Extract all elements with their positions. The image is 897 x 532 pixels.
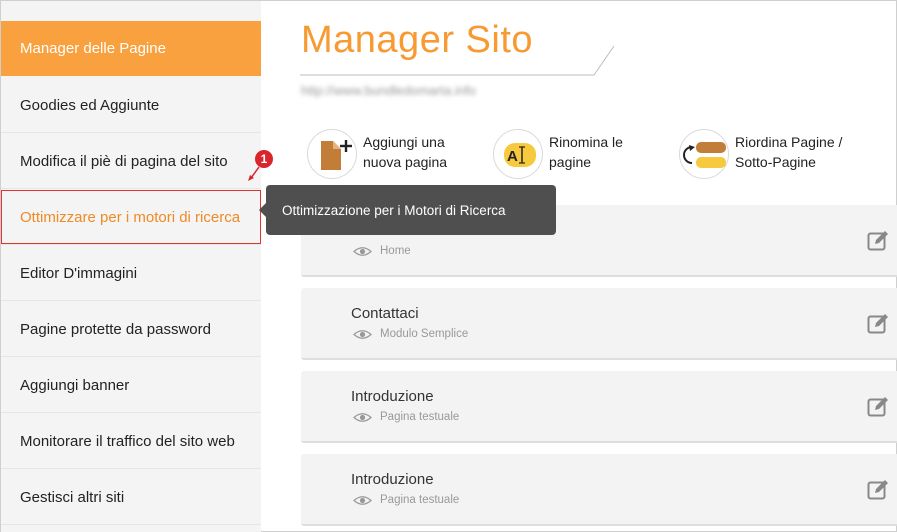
- add-page-label-2: nuova pagina: [363, 154, 448, 170]
- sidebar-item-banner[interactable]: Aggiungi banner: [1, 358, 261, 413]
- site-url[interactable]: http://www.bundledomarta.info: [301, 83, 476, 98]
- edit-icon[interactable]: [867, 313, 889, 335]
- edit-icon[interactable]: [867, 230, 889, 252]
- rename-icon: A: [493, 129, 543, 179]
- page-type: Modulo Semplice: [353, 328, 468, 340]
- page-type: Pagina testuale: [353, 411, 459, 423]
- sidebar-item-other-sites[interactable]: Gestisci altri siti: [1, 470, 261, 525]
- add-page-icon: [307, 129, 357, 179]
- edit-icon[interactable]: [867, 479, 889, 501]
- title-underline: [300, 45, 615, 76]
- page-name: Contattaci: [351, 305, 419, 322]
- page-type: Home: [353, 245, 411, 257]
- rename-label-2: pagine: [549, 154, 592, 170]
- sidebar-item-page-manager[interactable]: Manager delle Pagine: [1, 21, 261, 76]
- page-card-contact[interactable]: Contattaci Modulo Semplice: [301, 288, 897, 360]
- sidebar: Manager delle Pagine Goodies ed Aggiunte…: [1, 1, 261, 532]
- sidebar-item-goodies[interactable]: Goodies ed Aggiunte: [1, 78, 261, 133]
- reorder-pages-button[interactable]: Riordina Pagine / Sotto-Pagine: [679, 129, 842, 179]
- add-page-button[interactable]: Aggiungi una nuova pagina: [307, 129, 447, 179]
- eye-icon: [353, 495, 372, 505]
- seo-tooltip: Ottimizzazione per i Motori di Ricerca: [259, 185, 556, 235]
- svg-text:A: A: [507, 148, 518, 165]
- page-type: Pagina testuale: [353, 494, 459, 506]
- eye-icon: [353, 246, 372, 256]
- rename-label-1: Rinomina le: [549, 134, 623, 150]
- page-card-intro-2[interactable]: Introduzione Pagina testuale: [301, 454, 897, 526]
- sidebar-item-seo[interactable]: Ottimizzare per i motori di ricerca: [1, 190, 261, 245]
- page-name: Introduzione: [351, 471, 434, 488]
- page-type-label: Pagina testuale: [380, 494, 460, 506]
- annotation-arrow-icon: [248, 166, 260, 181]
- page-name: Introduzione: [351, 388, 434, 405]
- page-type-label: Modulo Semplice: [380, 328, 469, 340]
- add-page-label-1: Aggiungi una: [363, 134, 445, 150]
- eye-icon: [353, 329, 372, 339]
- sidebar-item-password-pages[interactable]: Pagine protette da password: [1, 302, 261, 357]
- edit-icon[interactable]: [867, 396, 889, 418]
- page-type-label: Pagina testuale: [380, 411, 460, 423]
- rename-pages-button[interactable]: A Rinomina le pagine: [493, 129, 623, 179]
- sidebar-item-footer[interactable]: Modifica il piè di pagina del sito: [1, 134, 261, 189]
- reorder-label-2: Sotto-Pagine: [735, 154, 816, 170]
- page-type-label: Home: [380, 245, 411, 257]
- eye-icon: [353, 412, 372, 422]
- page-card-intro-1[interactable]: Introduzione Pagina testuale: [301, 371, 897, 443]
- reorder-icon: [679, 129, 729, 179]
- sidebar-item-traffic[interactable]: Monitorare il traffico del sito web: [1, 414, 261, 469]
- reorder-label-1: Riordina Pagine /: [735, 134, 843, 150]
- sidebar-item-image-editor[interactable]: Editor D'immagini: [1, 246, 261, 301]
